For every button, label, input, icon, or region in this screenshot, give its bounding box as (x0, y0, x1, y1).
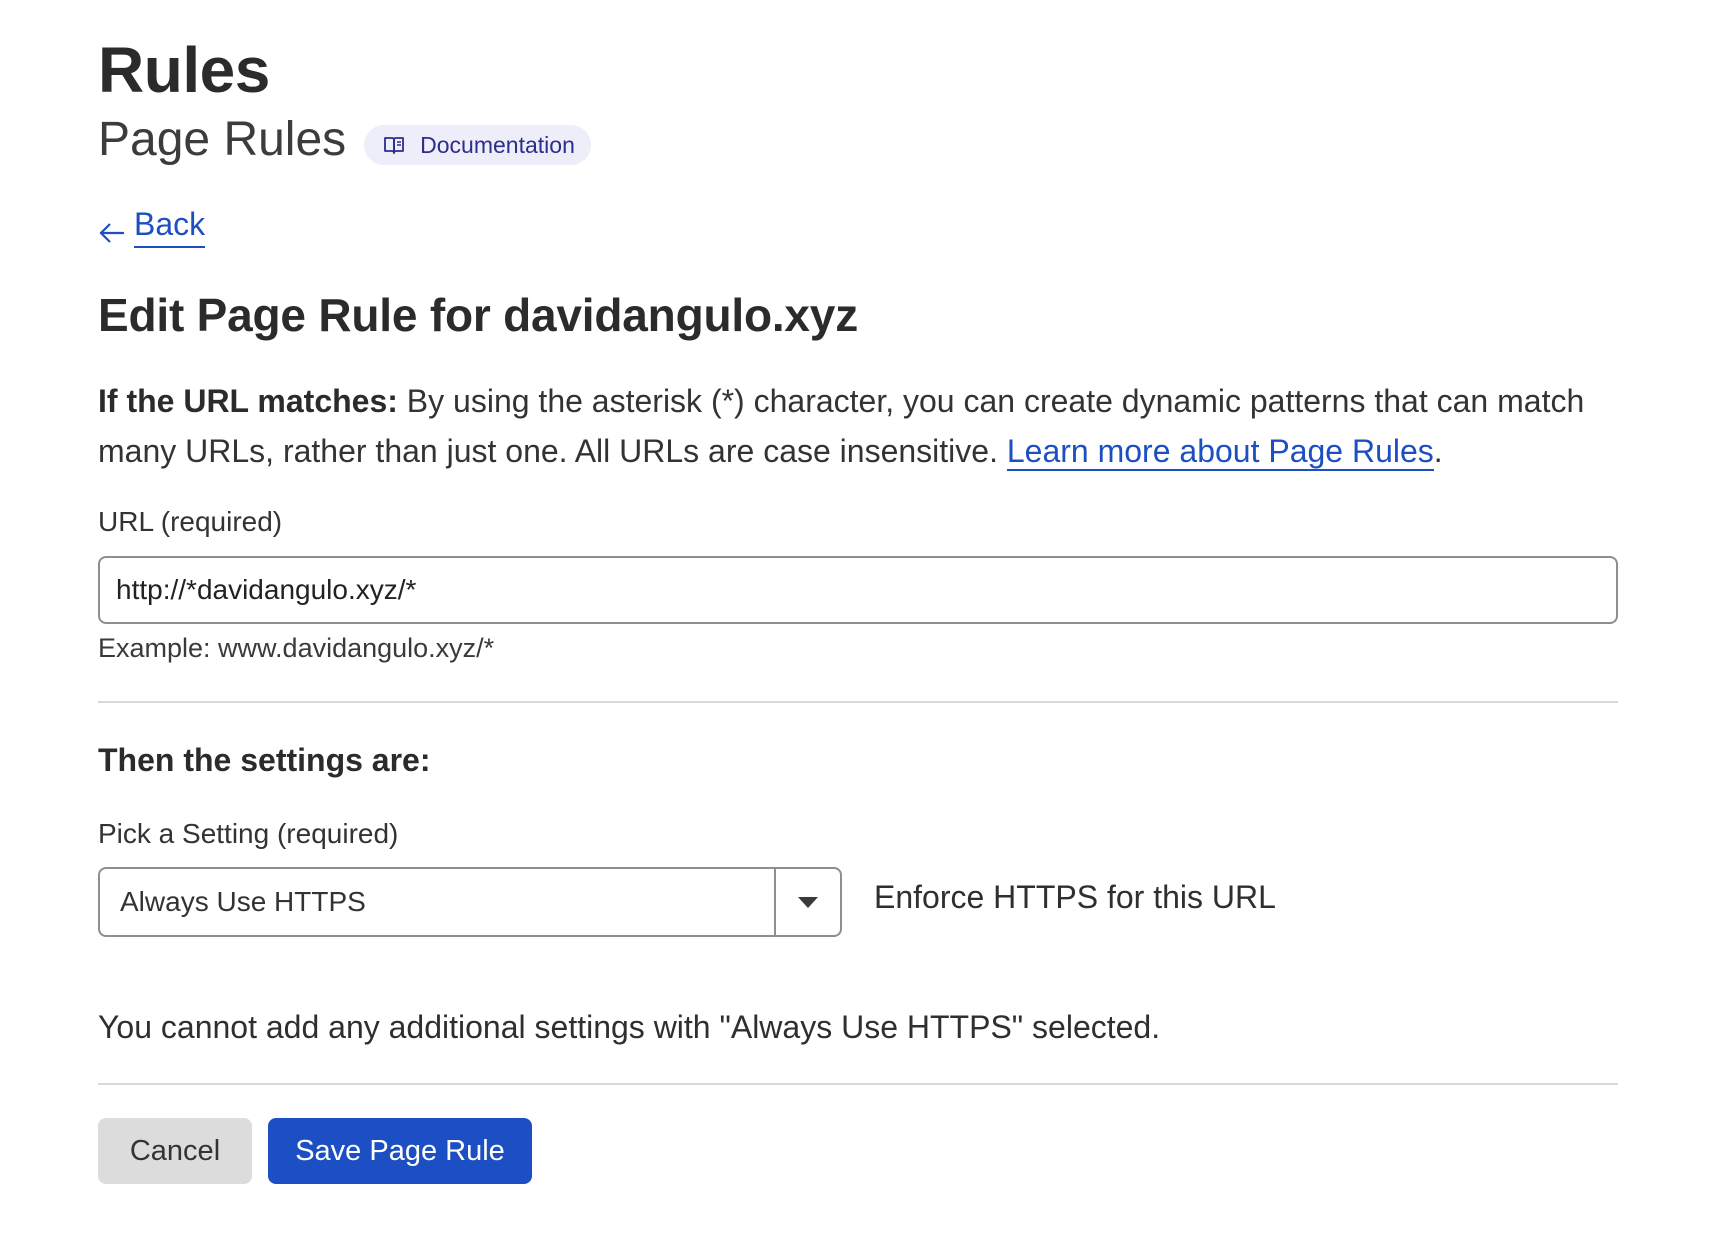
select-dropdown-toggle[interactable] (774, 869, 840, 935)
chevron-down-icon (798, 896, 818, 908)
actions-divider (98, 1083, 1618, 1085)
save-page-rule-button[interactable]: Save Page Rule (268, 1118, 532, 1184)
page-subtitle: Page Rules (98, 113, 347, 166)
edit-rule-heading: Edit Page Rule for davidangulo.xyz (98, 289, 858, 341)
setting-selected-value: Always Use HTTPS (120, 886, 366, 917)
settings-heading: Then the settings are: (98, 742, 431, 778)
documentation-link[interactable]: Documentation (364, 125, 591, 165)
learn-more-link[interactable]: Learn more about Page Rules (1006, 433, 1434, 471)
setting-description: Enforce HTTPS for this URL (874, 879, 1276, 915)
url-example-hint: Example: www.davidangulo.xyz/* (98, 633, 495, 663)
section-divider (98, 701, 1618, 703)
setting-field-label: Pick a Setting (required) (98, 818, 399, 849)
url-field-label: URL (required) (98, 506, 283, 537)
setting-select[interactable]: Always Use HTTPS (98, 867, 842, 937)
url-match-description: If the URL matches: By using the asteris… (98, 376, 1658, 476)
documentation-label: Documentation (420, 131, 575, 158)
book-icon (382, 134, 406, 156)
back-label: Back (134, 204, 206, 248)
subtitle-row: Page Rules Documentation (98, 110, 591, 170)
arrow-left-icon (98, 214, 126, 243)
back-link[interactable]: Back (98, 204, 206, 248)
cancel-button[interactable]: Cancel (98, 1118, 252, 1184)
url-match-label: If the URL matches: (98, 383, 398, 419)
settings-notice: You cannot add any additional settings w… (98, 1009, 1161, 1045)
intro-period: . (1433, 433, 1443, 469)
page-title: Rules (98, 34, 270, 106)
url-input[interactable] (98, 556, 1618, 624)
